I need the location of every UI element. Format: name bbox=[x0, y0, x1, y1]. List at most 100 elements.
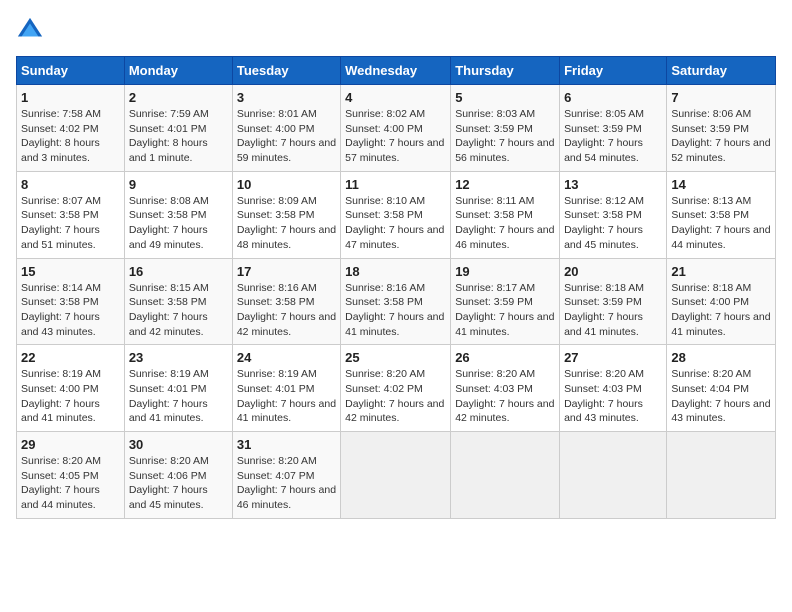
day-info: Sunrise: 8:18 AMSunset: 3:59 PMDaylight:… bbox=[564, 281, 662, 340]
day-number: 5 bbox=[455, 90, 555, 105]
day-info: Sunrise: 8:07 AMSunset: 3:58 PMDaylight:… bbox=[21, 194, 120, 253]
day-info: Sunrise: 7:58 AMSunset: 4:02 PMDaylight:… bbox=[21, 107, 120, 166]
day-info: Sunrise: 8:13 AMSunset: 3:58 PMDaylight:… bbox=[671, 194, 771, 253]
day-number: 10 bbox=[237, 177, 336, 192]
day-number: 15 bbox=[21, 264, 120, 279]
day-header-friday: Friday bbox=[560, 57, 667, 85]
calendar-cell: 16 Sunrise: 8:15 AMSunset: 3:58 PMDayligh… bbox=[124, 258, 232, 345]
day-number: 12 bbox=[455, 177, 555, 192]
day-number: 22 bbox=[21, 350, 120, 365]
day-info: Sunrise: 8:09 AMSunset: 3:58 PMDaylight:… bbox=[237, 194, 336, 253]
calendar-cell: 13 Sunrise: 8:12 AMSunset: 3:58 PMDayligh… bbox=[560, 171, 667, 258]
calendar-cell: 4Sunrise: 8:02 AMSunset: 4:00 PMDaylight… bbox=[341, 85, 451, 172]
day-info: Sunrise: 8:18 AMSunset: 4:00 PMDaylight:… bbox=[671, 281, 771, 340]
day-info: Sunrise: 7:59 AMSunset: 4:01 PMDaylight:… bbox=[129, 107, 228, 166]
calendar-week-row: 8 Sunrise: 8:07 AMSunset: 3:58 PMDaylight… bbox=[17, 171, 776, 258]
day-number: 3 bbox=[237, 90, 336, 105]
day-number: 21 bbox=[671, 264, 771, 279]
day-info: Sunrise: 8:16 AMSunset: 3:58 PMDaylight:… bbox=[237, 281, 336, 340]
calendar-cell: 21 Sunrise: 8:18 AMSunset: 4:00 PMDayligh… bbox=[667, 258, 776, 345]
day-header-monday: Monday bbox=[124, 57, 232, 85]
day-number: 26 bbox=[455, 350, 555, 365]
day-number: 30 bbox=[129, 437, 228, 452]
calendar-cell: 5 Sunrise: 8:03 AMSunset: 3:59 PMDaylight… bbox=[451, 85, 560, 172]
day-info: Sunrise: 8:20 AMSunset: 4:03 PMDaylight:… bbox=[455, 367, 555, 426]
day-number: 9 bbox=[129, 177, 228, 192]
day-number: 25 bbox=[345, 350, 446, 365]
day-info: Sunrise: 8:20 AMSunset: 4:04 PMDaylight:… bbox=[671, 367, 771, 426]
day-info: Sunrise: 8:02 AMSunset: 4:00 PMDaylight:… bbox=[345, 107, 446, 166]
calendar-cell bbox=[560, 432, 667, 519]
logo-icon bbox=[16, 16, 44, 44]
calendar-cell bbox=[451, 432, 560, 519]
day-info: Sunrise: 8:20 AMSunset: 4:03 PMDaylight:… bbox=[564, 367, 662, 426]
calendar-cell bbox=[341, 432, 451, 519]
day-info: Sunrise: 8:05 AMSunset: 3:59 PMDaylight:… bbox=[564, 107, 662, 166]
calendar-cell: 12 Sunrise: 8:11 AMSunset: 3:58 PMDayligh… bbox=[451, 171, 560, 258]
calendar-cell: 28 Sunrise: 8:20 AMSunset: 4:04 PMDayligh… bbox=[667, 345, 776, 432]
calendar-cell: 29 Sunrise: 8:20 AMSunset: 4:05 PMDayligh… bbox=[17, 432, 125, 519]
day-info: Sunrise: 8:20 AMSunset: 4:06 PMDaylight:… bbox=[129, 454, 228, 513]
day-info: Sunrise: 8:15 AMSunset: 3:58 PMDaylight:… bbox=[129, 281, 228, 340]
day-number: 16 bbox=[129, 264, 228, 279]
day-number: 24 bbox=[237, 350, 336, 365]
calendar-header-row: SundayMondayTuesdayWednesdayThursdayFrid… bbox=[17, 57, 776, 85]
calendar-cell: 27 Sunrise: 8:20 AMSunset: 4:03 PMDayligh… bbox=[560, 345, 667, 432]
day-info: Sunrise: 8:06 AMSunset: 3:59 PMDaylight:… bbox=[671, 107, 771, 166]
day-number: 20 bbox=[564, 264, 662, 279]
calendar-cell: 25Sunrise: 8:20 AMSunset: 4:02 PMDayligh… bbox=[341, 345, 451, 432]
day-info: Sunrise: 8:16 AMSunset: 3:58 PMDaylight:… bbox=[345, 281, 446, 340]
day-number: 18 bbox=[345, 264, 446, 279]
day-info: Sunrise: 8:19 AMSunset: 4:01 PMDaylight:… bbox=[237, 367, 336, 426]
day-info: Sunrise: 8:03 AMSunset: 3:59 PMDaylight:… bbox=[455, 107, 555, 166]
day-info: Sunrise: 8:19 AMSunset: 4:00 PMDaylight:… bbox=[21, 367, 120, 426]
calendar-cell: 30 Sunrise: 8:20 AMSunset: 4:06 PMDayligh… bbox=[124, 432, 232, 519]
calendar-cell: 18 Sunrise: 8:16 AMSunset: 3:58 PMDayligh… bbox=[341, 258, 451, 345]
calendar-cell: 17 Sunrise: 8:16 AMSunset: 3:58 PMDayligh… bbox=[232, 258, 340, 345]
day-info: Sunrise: 8:01 AMSunset: 4:00 PMDaylight:… bbox=[237, 107, 336, 166]
logo bbox=[16, 16, 48, 44]
day-number: 11 bbox=[345, 177, 446, 192]
day-info: Sunrise: 8:08 AMSunset: 3:58 PMDaylight:… bbox=[129, 194, 228, 253]
day-header-sunday: Sunday bbox=[17, 57, 125, 85]
day-number: 29 bbox=[21, 437, 120, 452]
day-number: 19 bbox=[455, 264, 555, 279]
day-header-tuesday: Tuesday bbox=[232, 57, 340, 85]
calendar-week-row: 22 Sunrise: 8:19 AMSunset: 4:00 PMDayligh… bbox=[17, 345, 776, 432]
day-number: 27 bbox=[564, 350, 662, 365]
calendar-cell: 3 Sunrise: 8:01 AMSunset: 4:00 PMDaylight… bbox=[232, 85, 340, 172]
day-header-wednesday: Wednesday bbox=[341, 57, 451, 85]
calendar-cell: 26 Sunrise: 8:20 AMSunset: 4:03 PMDayligh… bbox=[451, 345, 560, 432]
day-info: Sunrise: 8:12 AMSunset: 3:58 PMDaylight:… bbox=[564, 194, 662, 253]
day-number: 17 bbox=[237, 264, 336, 279]
calendar-cell: 20 Sunrise: 8:18 AMSunset: 3:59 PMDayligh… bbox=[560, 258, 667, 345]
calendar-cell: 10 Sunrise: 8:09 AMSunset: 3:58 PMDayligh… bbox=[232, 171, 340, 258]
day-info: Sunrise: 8:17 AMSunset: 3:59 PMDaylight:… bbox=[455, 281, 555, 340]
day-number: 31 bbox=[237, 437, 336, 452]
calendar-cell: 24 Sunrise: 8:19 AMSunset: 4:01 PMDayligh… bbox=[232, 345, 340, 432]
calendar-cell: 7Sunrise: 8:06 AMSunset: 3:59 PMDaylight… bbox=[667, 85, 776, 172]
calendar-cell: 23Sunrise: 8:19 AMSunset: 4:01 PMDayligh… bbox=[124, 345, 232, 432]
calendar-cell: 2 Sunrise: 7:59 AMSunset: 4:01 PMDaylight… bbox=[124, 85, 232, 172]
calendar-table: SundayMondayTuesdayWednesdayThursdayFrid… bbox=[16, 56, 776, 519]
day-info: Sunrise: 8:20 AMSunset: 4:07 PMDaylight:… bbox=[237, 454, 336, 513]
day-number: 6 bbox=[564, 90, 662, 105]
day-info: Sunrise: 8:19 AMSunset: 4:01 PMDaylight:… bbox=[129, 367, 228, 426]
calendar-cell: 14 Sunrise: 8:13 AMSunset: 3:58 PMDayligh… bbox=[667, 171, 776, 258]
calendar-week-row: 15Sunrise: 8:14 AMSunset: 3:58 PMDayligh… bbox=[17, 258, 776, 345]
day-info: Sunrise: 8:20 AMSunset: 4:05 PMDaylight:… bbox=[21, 454, 120, 513]
day-number: 13 bbox=[564, 177, 662, 192]
calendar-cell: 9 Sunrise: 8:08 AMSunset: 3:58 PMDaylight… bbox=[124, 171, 232, 258]
day-number: 1 bbox=[21, 90, 120, 105]
day-number: 28 bbox=[671, 350, 771, 365]
calendar-week-row: 1 Sunrise: 7:58 AMSunset: 4:02 PMDaylight… bbox=[17, 85, 776, 172]
day-header-thursday: Thursday bbox=[451, 57, 560, 85]
day-number: 8 bbox=[21, 177, 120, 192]
day-number: 14 bbox=[671, 177, 771, 192]
calendar-cell: 8 Sunrise: 8:07 AMSunset: 3:58 PMDaylight… bbox=[17, 171, 125, 258]
page-header bbox=[16, 16, 776, 44]
calendar-cell: 22 Sunrise: 8:19 AMSunset: 4:00 PMDayligh… bbox=[17, 345, 125, 432]
day-info: Sunrise: 8:11 AMSunset: 3:58 PMDaylight:… bbox=[455, 194, 555, 253]
calendar-cell: 6 Sunrise: 8:05 AMSunset: 3:59 PMDaylight… bbox=[560, 85, 667, 172]
day-number: 2 bbox=[129, 90, 228, 105]
